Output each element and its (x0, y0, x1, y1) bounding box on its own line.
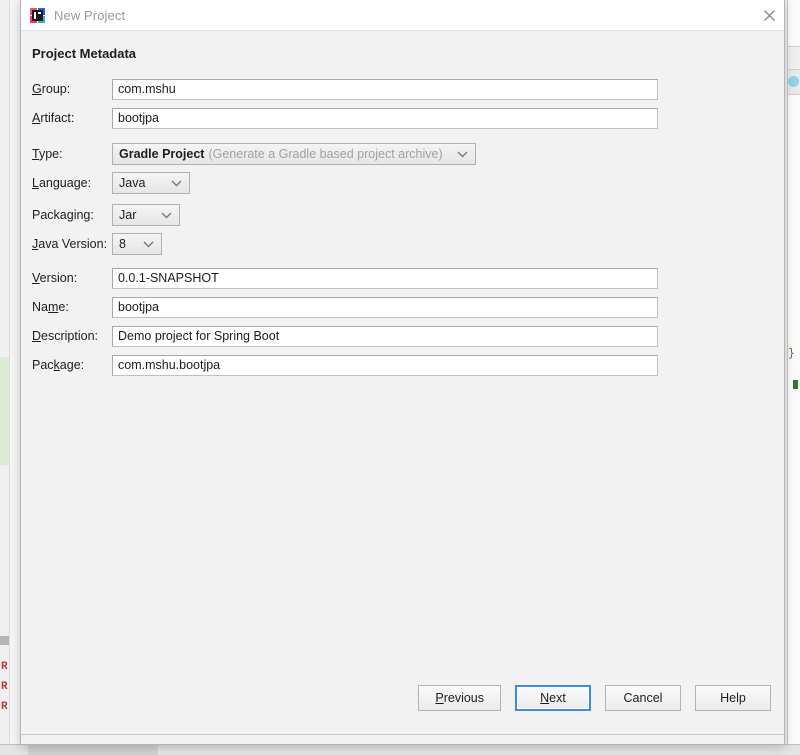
chevron-down-icon (171, 176, 182, 190)
footer-divider (21, 734, 784, 735)
field-row-language: Language: Java (32, 172, 190, 194)
language-combo-value: Java (119, 176, 146, 190)
ide-status-dot-icon (788, 76, 799, 87)
field-row-package: Package: com.mshu.bootjpa (32, 354, 658, 376)
new-project-dialog: New Project Project Metadata Group: com.… (20, 0, 785, 745)
editor-scrollbar-thumb[interactable] (0, 636, 9, 645)
ide-tool-window-tab[interactable] (28, 745, 158, 755)
packaging-combo-value: Jar (119, 208, 137, 222)
label-language: Language: (32, 176, 92, 190)
previous-button-label: Previous (435, 691, 484, 705)
cancel-button[interactable]: Cancel (605, 685, 681, 711)
label-group: Group: (32, 82, 71, 96)
ide-right-toolbar-item[interactable] (788, 46, 800, 70)
page-title: Project Metadata (32, 46, 137, 61)
code-text-fragment (793, 380, 798, 389)
type-combo[interactable]: Gradle Project (Generate a Gradle based … (112, 143, 476, 165)
next-button-label: Next (540, 691, 566, 705)
field-row-java-version: Java Version: 8 (32, 233, 162, 255)
language-combo[interactable]: Java (112, 172, 190, 194)
label-package: Package: (32, 358, 85, 372)
type-combo-value: Gradle Project (119, 147, 205, 161)
intellij-idea-icon (30, 7, 45, 23)
java-version-combo[interactable]: 8 (112, 233, 162, 255)
description-input[interactable]: Demo project for Spring Boot (112, 325, 658, 347)
chevron-down-icon (161, 208, 172, 222)
name-input[interactable]: bootjpa (112, 296, 658, 318)
group-input[interactable]: com.mshu (112, 78, 658, 100)
label-name: Name: (32, 300, 69, 314)
error-text-fragment: R (1, 701, 8, 713)
field-row-artifact: Artifact: bootjpa (32, 107, 658, 129)
close-icon[interactable] (754, 0, 784, 30)
label-description: Description: (32, 329, 99, 343)
label-java-version: Java Version: (32, 237, 108, 251)
ide-right-panel (787, 0, 800, 755)
dialog-footer: Previous Next Cancel Help (21, 670, 784, 744)
field-row-type: Type: Gradle Project (Generate a Gradle … (32, 143, 476, 165)
code-text-fragment: } (788, 348, 795, 360)
field-row-group: Group: com.mshu (32, 78, 658, 100)
label-type: Type: (32, 147, 63, 161)
error-text-fragment: R (1, 661, 8, 673)
screen-root: R R R } New Project Project Metadata Gro… (0, 0, 800, 755)
next-button[interactable]: Next (515, 685, 591, 711)
package-input[interactable]: com.mshu.bootjpa (112, 354, 658, 376)
label-packaging: Packaging: (32, 208, 94, 222)
dialog-title: New Project (54, 7, 126, 23)
field-row-name: Name: bootjpa (32, 296, 658, 318)
field-row-version: Version: 0.0.1-SNAPSHOT (32, 267, 658, 289)
packaging-combo[interactable]: Jar (112, 204, 180, 226)
dialog-button-row: Previous Next Cancel Help (418, 685, 771, 711)
dialog-titlebar: New Project (21, 0, 784, 31)
artifact-input[interactable]: bootjpa (112, 107, 658, 129)
previous-button[interactable]: Previous (418, 685, 501, 711)
field-row-packaging: Packaging: Jar (32, 204, 180, 226)
field-row-description: Description: Demo project for Spring Boo… (32, 325, 658, 347)
error-text-fragment: R (1, 681, 8, 693)
chevron-down-icon (457, 147, 468, 161)
label-artifact: Artifact: (32, 111, 75, 125)
dialog-body: Project Metadata Group: com.mshu Artifac… (21, 31, 784, 701)
help-button[interactable]: Help (695, 685, 771, 711)
java-version-combo-value: 8 (119, 237, 126, 251)
version-input[interactable]: 0.0.1-SNAPSHOT (112, 267, 658, 289)
label-version: Version: (32, 271, 78, 285)
vcs-added-line-marker (0, 357, 9, 465)
type-combo-hint: (Generate a Gradle based project archive… (208, 147, 443, 161)
chevron-down-icon (143, 237, 154, 251)
